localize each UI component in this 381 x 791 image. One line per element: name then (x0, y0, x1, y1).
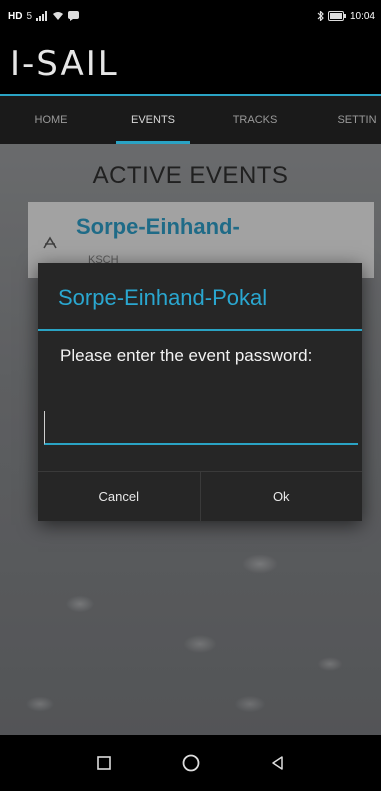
dialog-actions: Cancel Ok (38, 471, 362, 521)
tab-events[interactable]: EVENTS (102, 96, 204, 144)
hd-indicator: HD (8, 10, 23, 22)
back-icon[interactable] (262, 747, 294, 779)
status-left: HD 5 (8, 10, 80, 22)
home-icon[interactable] (175, 747, 207, 779)
tab-tracks[interactable]: TRACKS (204, 96, 306, 144)
notification-icon (68, 11, 80, 21)
cancel-button[interactable]: Cancel (38, 472, 200, 521)
status-right: 10:04 (317, 11, 375, 22)
password-input[interactable] (44, 411, 358, 445)
app-logo: I-SAIL (10, 44, 119, 84)
dialog-title: Sorpe-Einhand-Pokal (58, 285, 268, 310)
tab-home[interactable]: HOME (0, 96, 102, 144)
tab-bar: HOME EVENTS TRACKS SETTIN (0, 96, 381, 144)
dialog-divider (38, 329, 362, 331)
system-nav-bar (0, 735, 381, 791)
app-screen: HD 5 10:04 I-SAIL HOME EVENTS TRACKS SET… (0, 0, 381, 791)
password-dialog: Sorpe-Einhand-Pokal Please enter the eve… (38, 263, 362, 521)
signal-icon (36, 11, 48, 21)
tab-settings[interactable]: SETTIN (306, 96, 381, 144)
network-type-label: 5 (26, 10, 33, 22)
status-bar: HD 5 10:04 (0, 0, 381, 32)
app-header: I-SAIL (0, 32, 381, 96)
battery-icon (327, 11, 346, 21)
recent-apps-icon[interactable] (88, 747, 120, 779)
status-time: 10:04 (349, 10, 375, 22)
dialog-message: Please enter the event password: (60, 346, 313, 365)
wifi-icon (53, 12, 64, 20)
ok-button[interactable]: Ok (199, 472, 363, 521)
bluetooth-icon (317, 11, 324, 21)
